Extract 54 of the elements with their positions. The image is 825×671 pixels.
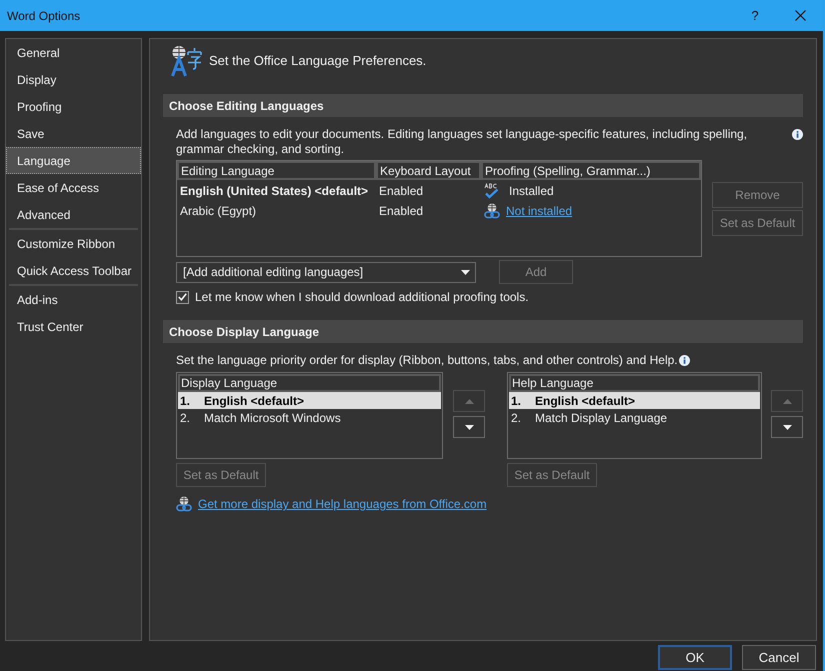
sidebar-item[interactable]: Proofing bbox=[6, 93, 141, 120]
sidebar-item[interactable]: Save bbox=[6, 120, 141, 147]
sidebar-item[interactable]: Ease of Access bbox=[6, 174, 141, 201]
list-item[interactable]: 1. English <default> bbox=[509, 392, 760, 409]
ok-button[interactable]: OK bbox=[658, 645, 732, 670]
column-header: Help Language bbox=[509, 374, 760, 392]
checkbox[interactable] bbox=[176, 290, 189, 304]
page-title: Set the Office Language Preferences. bbox=[209, 52, 426, 70]
sidebar-item[interactable]: Trust Center bbox=[6, 313, 141, 340]
globe-link-icon bbox=[176, 496, 192, 512]
check-icon bbox=[178, 293, 187, 301]
section-description: Set the language priority order for display (Ribbon, buttons, tabs, and other controls) and Help. bbox=[176, 353, 678, 368]
triangle-down-icon bbox=[464, 424, 474, 430]
column-header: Keyboard Layout bbox=[376, 161, 481, 180]
sidebar-item[interactable]: Advanced bbox=[6, 201, 141, 228]
more-languages-link[interactable]: Get more display and Help languages from Office.com bbox=[198, 495, 487, 513]
list-item[interactable]: 2. Match Display Language bbox=[509, 409, 760, 426]
install-link[interactable]: Not installed bbox=[506, 202, 572, 220]
section-description: Add languages to edit your documents. Editing languages set language-specific features, including spelling, grammar checking, and sorting. bbox=[176, 127, 748, 157]
table-cell-text: Installed bbox=[509, 183, 554, 200]
table-cell: Enabled bbox=[379, 184, 424, 198]
info-icon bbox=[792, 129, 803, 140]
table-cell: Enabled bbox=[379, 204, 424, 218]
triangle-up-icon bbox=[464, 398, 474, 404]
sidebar-item[interactable]: General bbox=[6, 39, 141, 66]
table-cell: English (United States) <default> bbox=[180, 184, 368, 198]
sidebar-item[interactable]: Quick Access Toolbar bbox=[6, 257, 141, 284]
info-icon bbox=[678, 355, 690, 366]
column-header: Editing Language bbox=[177, 161, 376, 180]
help-button[interactable]: ? bbox=[740, 0, 770, 31]
move-down-button[interactable] bbox=[453, 416, 485, 438]
column-header: Display Language bbox=[178, 374, 441, 392]
globe-link-icon bbox=[484, 203, 500, 219]
section-header: Choose Display Language bbox=[163, 320, 803, 343]
close-icon bbox=[794, 10, 806, 21]
sidebar-item[interactable]: Language bbox=[6, 147, 141, 174]
triangle-up-icon bbox=[782, 398, 792, 404]
cancel-button[interactable]: Cancel bbox=[742, 645, 816, 670]
sidebar-item[interactable]: Add-ins bbox=[6, 286, 141, 313]
list-item[interactable]: 2. Match Microsoft Windows bbox=[178, 409, 441, 426]
move-down-button[interactable] bbox=[771, 416, 803, 438]
spelling-check-icon bbox=[484, 183, 500, 199]
window-title: Word Options bbox=[6, 8, 80, 24]
triangle-down-icon bbox=[782, 424, 792, 430]
table-cell: Arabic (Egypt) bbox=[180, 204, 256, 218]
globe-letters-icon bbox=[170, 45, 202, 77]
sidebar-item[interactable]: Display bbox=[6, 66, 141, 93]
column-header: Proofing (Spelling, Grammar...) bbox=[481, 161, 701, 180]
checkbox-label: Let me know when I should download additional proofing tools. bbox=[195, 289, 529, 306]
caret-down-icon bbox=[461, 270, 470, 274]
list-item[interactable]: 1. English <default> bbox=[178, 392, 441, 409]
section-header: Choose Editing Languages bbox=[163, 94, 803, 117]
sidebar-item[interactable]: Customize Ribbon bbox=[6, 230, 141, 257]
language-dropdown[interactable]: [Add additional editing languages] bbox=[176, 262, 476, 282]
